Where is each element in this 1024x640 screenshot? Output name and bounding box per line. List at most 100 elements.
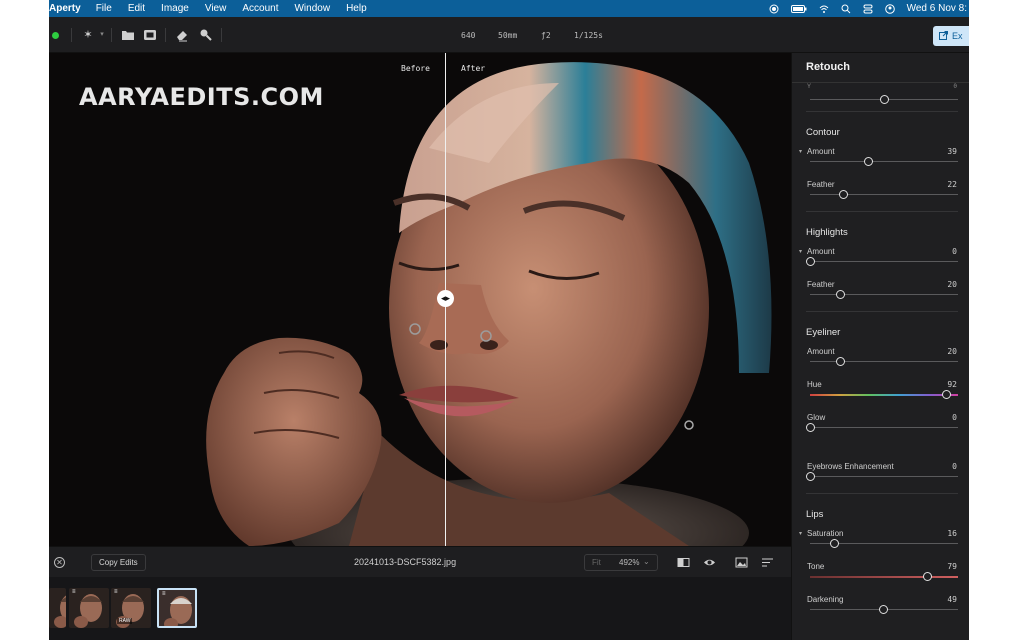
section-title-contour[interactable]: Contour [806,127,840,138]
section-title-eyeliner[interactable]: Eyeliner [806,327,840,338]
control-center-icon[interactable] [863,4,873,14]
filmstrip: ≡ ≡ RAW ≡ [49,577,791,640]
presets-icon[interactable] [143,28,157,42]
chevron-down-icon[interactable]: ▾ [95,28,109,42]
slider-y-thumb[interactable] [880,95,889,104]
zoom-control[interactable]: Fit 492% ⌄ [584,554,658,571]
contour-feather-slider-track[interactable] [810,194,958,195]
eyeliner-eyebrows-enhancement-value[interactable]: 0 [952,462,957,471]
magic-wand-icon[interactable]: ✶ [81,28,95,42]
export-label: Ex [952,31,963,41]
highlights-amount-slider-track[interactable] [810,261,958,262]
menu-edit[interactable]: Edit [120,3,153,14]
section-title-lips[interactable]: Lips [806,509,823,520]
watermark-text: AARYAEDITS.COM [79,83,324,111]
sort-icon[interactable] [761,556,774,569]
menu-window[interactable]: Window [286,3,338,14]
battery-icon[interactable] [790,4,807,14]
panel-divider [792,82,969,83]
brush-icon[interactable] [199,28,213,42]
eyeliner-eyebrows-enhancement-label: Eyebrows Enhancement [807,462,894,471]
eraser-icon[interactable] [175,28,189,42]
eyeliner-eyebrows-enhancement-slider-thumb[interactable] [806,472,815,481]
toolbar-divider [221,28,222,42]
section-title-highlights[interactable]: Highlights [806,227,848,238]
lips-saturation-slider-thumb[interactable] [830,539,839,548]
lips-saturation-label: Saturation [807,529,844,538]
exif-shutter: 1/125s [574,31,603,40]
highlights-feather-value[interactable]: 20 [947,280,957,289]
eyeliner-glow-slider-thumb[interactable] [806,423,815,432]
menu-file[interactable]: File [88,3,120,14]
window-close-dot[interactable] [52,32,59,39]
section-divider [806,311,958,312]
search-icon[interactable] [841,4,851,14]
menu-image[interactable]: Image [153,3,197,14]
exif-focal-length: 50mm [498,31,518,40]
menu-help[interactable]: Help [338,3,375,14]
compare-icon[interactable] [677,556,690,569]
eyeliner-amount-value[interactable]: 20 [947,347,957,356]
lips-darkening-value[interactable]: 49 [947,595,957,604]
lips-tone-slider-track[interactable] [810,576,958,578]
eyeliner-glow-value[interactable]: 0 [952,413,957,422]
highlights-feather-slider-thumb[interactable] [836,290,845,299]
folder-icon[interactable] [121,28,135,42]
eyeliner-hue-slider-track[interactable] [810,394,958,396]
slider-y-label: Y [807,84,812,90]
contour-amount-slider-thumb[interactable] [864,157,873,166]
contour-feather-value[interactable]: 22 [947,180,957,189]
chevron-down-icon[interactable]: ⌄ [643,557,650,566]
contour-amount-value[interactable]: 39 [947,147,957,156]
filmstrip-thumbnail[interactable]: ≡ RAW [111,588,151,628]
menu-account[interactable]: Account [234,3,286,14]
highlights-amount-label: Amount [807,247,835,256]
edited-badge-icon: ≡ [114,589,118,595]
lips-tone-value[interactable]: 79 [947,562,957,571]
clock[interactable]: Wed 6 Nov 8: [907,3,967,14]
menu-bar: Aperty File Edit Image View Account Wind… [49,0,969,17]
toolbar: ✶ ▾ 640 50mm ƒ2 1/125s Ex [49,17,969,53]
contour-feather-slider-thumb[interactable] [839,190,848,199]
lips-saturation-value[interactable]: 16 [947,529,957,538]
export-button[interactable]: Ex [933,26,969,46]
lips-tone-label: Tone [807,562,825,571]
app-menu[interactable]: Aperty [49,3,88,14]
edited-badge-icon: ≡ [162,591,166,597]
zoom-fit-button[interactable]: Fit [592,558,601,567]
file-name: 20241013-DSCF5382.jpg [354,557,457,567]
lips-tone-slider-thumb[interactable] [923,572,932,581]
contour-amount-slider-track[interactable] [810,161,958,162]
eye-icon[interactable] [703,556,716,569]
photo [49,53,791,546]
highlights-amount-slider-thumb[interactable] [806,257,815,266]
contour-amount-caret-icon[interactable]: ▾ [799,148,802,155]
record-icon[interactable] [769,4,779,14]
toolbar-divider [111,28,112,42]
filmstrip-thumbnail[interactable] [49,588,66,628]
menu-view[interactable]: View [197,3,235,14]
filmstrip-thumbnail[interactable]: ≡ [69,588,109,628]
eyeliner-glow-slider-track[interactable] [810,427,958,428]
highlights-feather-slider-track[interactable] [810,294,958,295]
copy-edits-button[interactable]: Copy Edits [91,554,146,571]
image-icon[interactable] [735,556,748,569]
zoom-value[interactable]: 492% [619,558,639,567]
split-handle[interactable]: ◂▸ [437,290,454,307]
eyeliner-hue-value[interactable]: 92 [947,380,957,389]
status-area: Wed 6 Nov 8: [769,0,969,17]
user-icon[interactable] [884,3,895,14]
highlights-amount-value[interactable]: 0 [952,247,957,256]
export-icon [939,31,948,40]
filmstrip-thumbnail[interactable]: ≡ [157,588,197,628]
wifi-icon[interactable] [819,4,829,14]
eyeliner-hue-slider-thumb[interactable] [942,390,951,399]
eyeliner-amount-slider-track[interactable] [810,361,958,362]
lips-saturation-caret-icon[interactable]: ▾ [799,530,802,537]
photo-canvas[interactable]: AARYAEDITS.COM Before After ◂▸ [49,53,791,546]
eyeliner-eyebrows-enhancement-slider-track[interactable] [810,476,958,477]
close-icon[interactable]: ✕ [54,557,65,568]
lips-darkening-slider-thumb[interactable] [879,605,888,614]
highlights-amount-caret-icon[interactable]: ▾ [799,248,802,255]
eyeliner-amount-slider-thumb[interactable] [836,357,845,366]
